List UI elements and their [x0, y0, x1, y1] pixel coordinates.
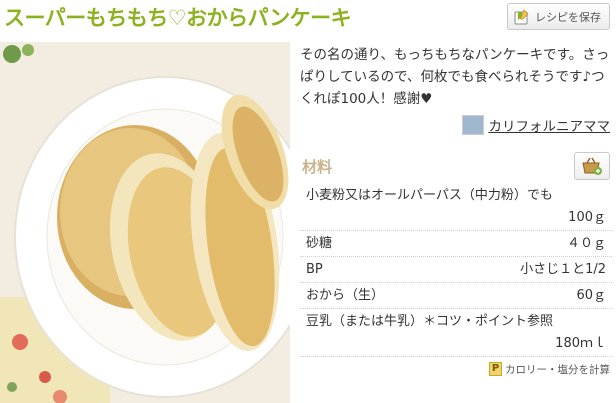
author-avatar	[461, 115, 484, 135]
pancake-photo-illustration	[0, 42, 290, 403]
save-button-label: レシピを保存	[535, 10, 601, 24]
ingredient-quantity: 100ｇ	[568, 210, 606, 225]
author-link[interactable]: カリフォルニアママ	[461, 114, 611, 136]
ingredient-row: 砂糖 ４０ｇ	[300, 231, 612, 257]
ingredient-quantity: 60ｇ	[576, 288, 606, 303]
ingredient-row: 小麦粉又はオールパーパス（中力粉）でも 100ｇ	[300, 183, 612, 231]
ingredient-quantity: 小さじ１と1/2	[520, 262, 606, 277]
recipe-title: スーパーもちもち♡おからパンケーキ	[4, 6, 352, 30]
ingredient-name: 砂糖	[306, 236, 333, 251]
ingredient-quantity: 180ｍｌ	[555, 336, 606, 351]
p-point-icon: P	[489, 362, 502, 376]
ingredient-name: 小麦粉又はオールパーパス（中力粉）でも	[306, 188, 553, 203]
recipe-photo	[0, 42, 290, 403]
shopping-basket-icon	[582, 157, 602, 175]
ingredient-row: 豆乳（または牛乳）＊コツ・ポイント参照 180ｍｌ	[300, 309, 612, 357]
ingredient-name: BP	[306, 262, 323, 277]
ingredient-row: BP 小さじ１と1/2	[300, 257, 612, 283]
ingredients-label: 材料	[302, 158, 333, 176]
recipe-description: その名の通り、もっちもちなパンケーキです。さっぱりしているので、何枚でも食べられ…	[300, 47, 610, 107]
ingredient-name: おから（生）	[306, 288, 385, 303]
ingredient-name: 豆乳（または牛乳）＊コツ・ポイント参照	[306, 314, 554, 329]
ingredient-quantity: ４０ｇ	[566, 236, 606, 251]
ingredient-row: おから（生） 60ｇ	[300, 283, 612, 309]
calorie-calc-label: カロリー・塩分を計算	[505, 363, 610, 376]
ingredients-list: 小麦粉又はオールパーパス（中力粉）でも 100ｇ 砂糖 ４０ｇ BP 小さじ１と…	[300, 183, 612, 357]
calorie-calc-button[interactable]: P カロリー・塩分を計算	[489, 359, 610, 379]
bookmark-save-icon	[514, 8, 529, 24]
author-name[interactable]: カリフォルニアママ	[489, 115, 611, 135]
ingredients-header: 材料	[300, 150, 612, 182]
save-recipe-button[interactable]: レシピを保存	[507, 3, 610, 30]
add-to-shopping-list-button[interactable]	[574, 152, 610, 180]
